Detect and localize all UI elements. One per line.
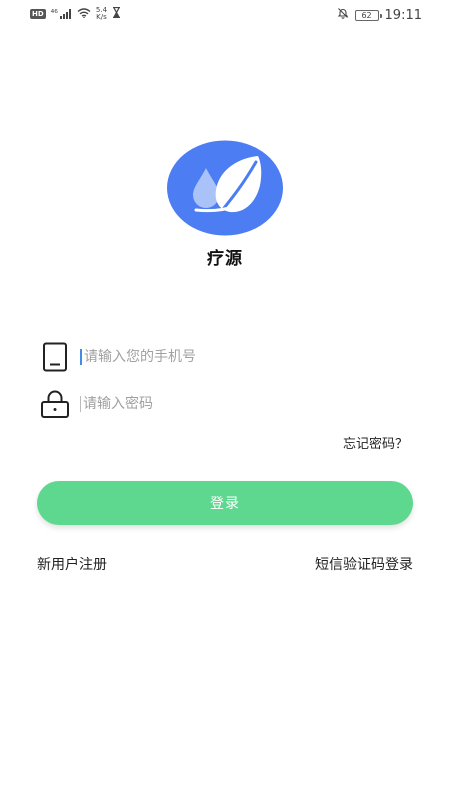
battery-level: 62 [361,10,372,20]
sms-login-link[interactable]: 短信验证码登录 [315,554,413,574]
phone-field-row [38,339,418,375]
password-input[interactable] [83,390,418,418]
status-left: HD ⁴⁶ 5.4 K/s [30,7,121,21]
status-bar: HD ⁴⁶ 5.4 K/s 62 19:11 [0,0,450,32]
battery-icon: 62 [354,9,382,21]
hd-badge: HD [30,9,46,19]
login-button[interactable]: 登录 [37,481,413,525]
status-right: 62 19:11 [337,7,422,23]
wifi-icon [77,7,91,21]
hourglass-icon [112,6,121,21]
phone-icon [38,340,72,374]
signal-type-label: ⁴⁶ [50,9,58,19]
app-name: 疗源 [207,249,243,269]
forgot-password-link[interactable]: 忘记密码？ [343,433,408,452]
text-caret [80,349,82,365]
lock-icon [38,387,72,421]
cellular-signal-icon: ⁴⁶ [51,9,72,19]
app-logo [166,140,284,236]
net-speed-unit: K/s [96,13,107,21]
clock-time: 19:11 [384,7,422,23]
net-speed: 5.4 K/s [96,7,107,21]
text-caret [80,396,81,412]
bell-muted-icon [337,7,349,23]
password-field-row [38,386,418,422]
phone-input[interactable] [84,343,418,371]
register-link[interactable]: 新用户注册 [37,554,107,574]
